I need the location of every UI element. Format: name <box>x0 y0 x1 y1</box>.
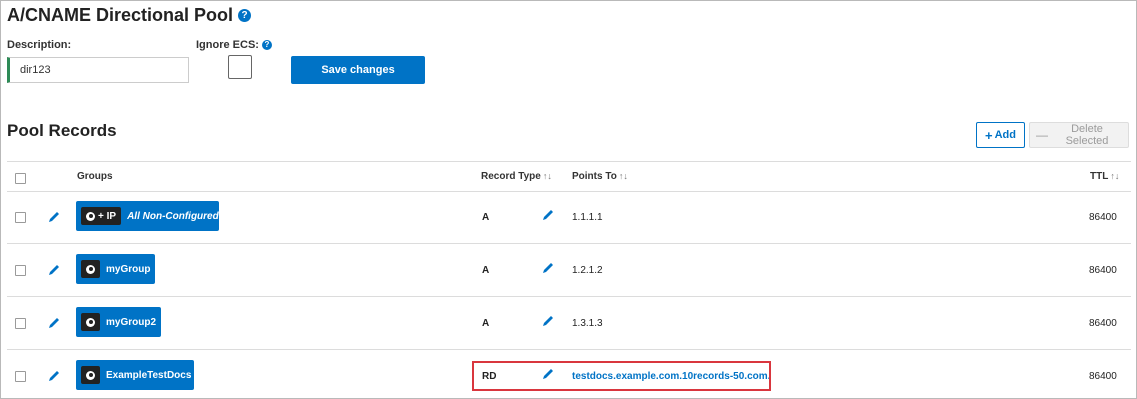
highlight-box <box>472 361 771 391</box>
pencil-icon[interactable] <box>541 314 555 328</box>
divider <box>7 349 1131 350</box>
record-type-header-label: Record Type <box>481 171 541 182</box>
pool-records-title: Pool Records <box>7 121 117 140</box>
select-all-checkbox[interactable] <box>15 173 26 184</box>
record-type: A <box>482 265 490 276</box>
globe-icon <box>86 211 95 221</box>
description-input[interactable] <box>7 57 189 83</box>
ignore-ecs-label-group: Ignore ECS: ? <box>196 39 272 51</box>
ttl: 86400 <box>1089 265 1117 276</box>
pencil-icon[interactable] <box>47 263 61 277</box>
divider <box>7 296 1131 297</box>
row-checkbox[interactable] <box>15 371 26 382</box>
record-type: A <box>482 212 490 223</box>
badge-text: + IP <box>98 210 117 222</box>
group-badge: + IP <box>81 207 122 225</box>
directional-pool-panel: A/CNAME Directional Pool ? Description: … <box>0 0 1137 399</box>
group-button[interactable]: myGroup2 <box>76 307 161 337</box>
row-checkbox[interactable] <box>15 265 26 276</box>
pencil-icon[interactable] <box>47 210 61 224</box>
group-badge <box>81 313 100 331</box>
pencil-icon[interactable] <box>541 208 555 222</box>
group-badge <box>81 366 100 384</box>
globe-icon <box>86 317 95 327</box>
group-button[interactable]: + IP All Non-Configured <box>76 201 219 231</box>
column-header-record-type[interactable]: Record Type ↑↓ <box>481 171 552 182</box>
group-name: ExampleTestDocs <box>106 369 192 381</box>
group-badge <box>81 260 100 278</box>
help-icon[interactable]: ? <box>261 40 272 50</box>
group-name: All Non-Configured <box>127 210 219 222</box>
pencil-icon[interactable] <box>47 369 61 383</box>
points-to: 1.3.1.3 <box>572 318 603 329</box>
minus-icon: — <box>1036 128 1048 142</box>
divider <box>7 161 1131 162</box>
points-to: 1.2.1.2 <box>572 265 603 276</box>
globe-icon <box>86 370 95 380</box>
delete-label: Delete Selected <box>1065 123 1109 147</box>
group-button[interactable]: ExampleTestDocs <box>76 360 194 390</box>
row-checkbox[interactable] <box>15 212 26 223</box>
add-record-button[interactable]: + Add <box>976 122 1025 148</box>
row-checkbox[interactable] <box>15 318 26 329</box>
globe-icon <box>86 264 95 274</box>
page-title-text: A/CNAME Directional Pool <box>7 5 234 25</box>
record-type: A <box>482 318 490 329</box>
sort-arrows-icon[interactable]: ↑↓ <box>619 171 628 181</box>
help-icon[interactable]: ? <box>238 9 252 22</box>
points-to-header-label: Points To <box>572 171 617 182</box>
ignore-ecs-label: Ignore ECS: <box>196 39 259 51</box>
ignore-ecs-checkbox[interactable] <box>228 55 252 79</box>
delete-selected-button[interactable]: — Delete Selected <box>1029 122 1129 148</box>
page-title: A/CNAME Directional Pool ? <box>7 5 252 26</box>
ttl-header-label: TTL <box>1090 171 1109 182</box>
ttl: 86400 <box>1089 371 1117 382</box>
sort-arrows-icon[interactable]: ↑↓ <box>543 171 552 181</box>
divider <box>7 243 1131 244</box>
column-header-ttl[interactable]: TTL ↑↓ <box>1090 171 1119 182</box>
ttl: 86400 <box>1089 318 1117 329</box>
column-header-groups: Groups <box>77 171 113 182</box>
description-label: Description: <box>7 39 72 51</box>
group-button[interactable]: myGroup <box>76 254 155 284</box>
group-name: myGroup2 <box>106 316 157 328</box>
pencil-icon[interactable] <box>47 316 61 330</box>
points-to: 1.1.1.1 <box>572 212 603 223</box>
add-label: Add <box>994 129 1016 141</box>
column-header-points-to[interactable]: Points To ↑↓ <box>572 171 628 182</box>
plus-icon: + <box>985 127 993 143</box>
sort-arrows-icon[interactable]: ↑↓ <box>1110 171 1119 181</box>
ttl: 86400 <box>1089 212 1117 223</box>
divider <box>7 191 1131 192</box>
save-changes-button[interactable]: Save changes <box>291 56 425 84</box>
group-name: myGroup <box>106 263 151 275</box>
pencil-icon[interactable] <box>541 261 555 275</box>
